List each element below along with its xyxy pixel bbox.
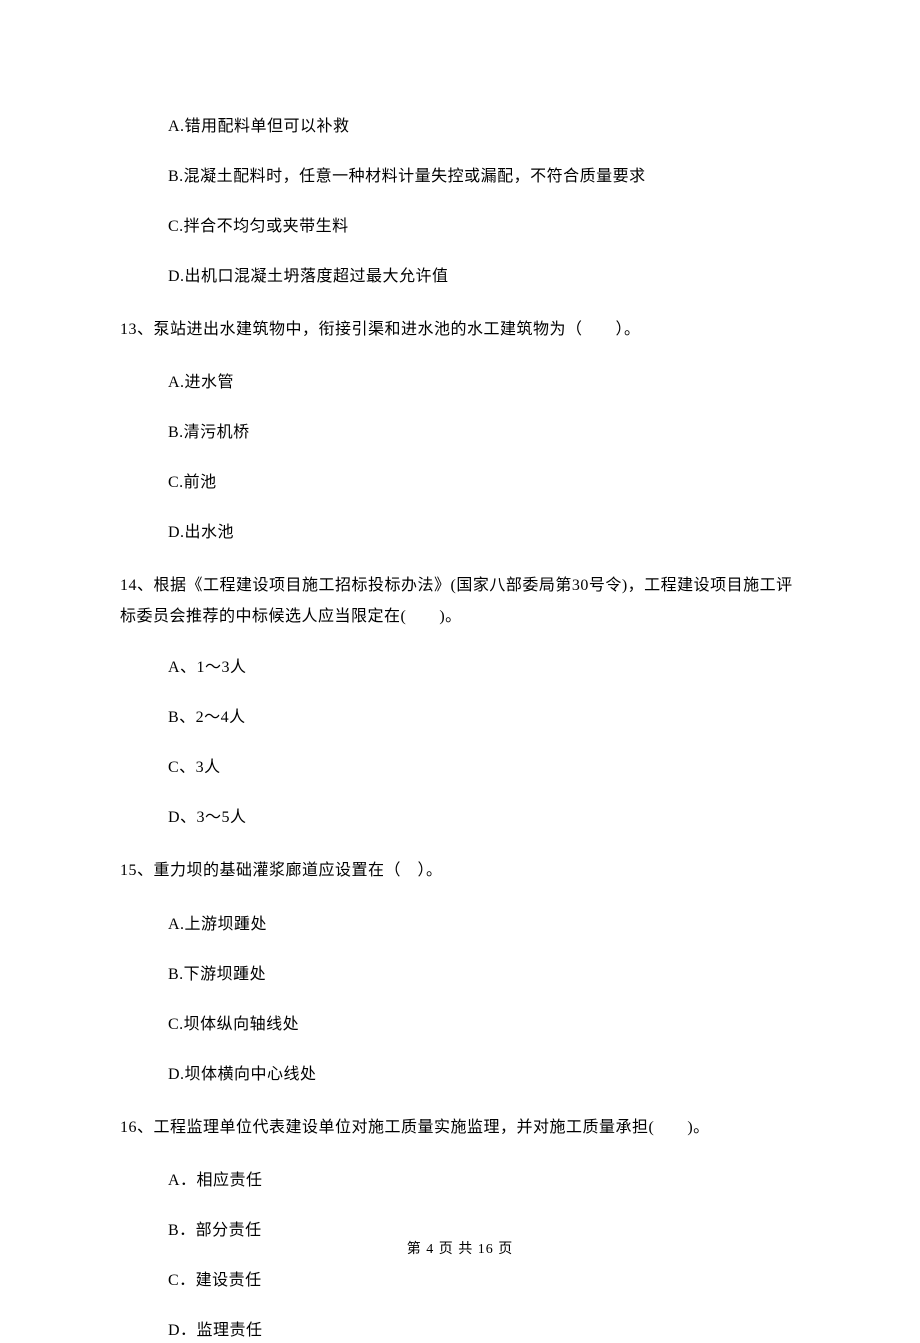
q14-option-c: C、3人 [168,756,800,780]
q14-option-b: B、2～4人 [168,706,800,730]
page-number-footer: 第 4 页 共 16 页 [0,1239,920,1260]
q16-text: 16、工程监理单位代表建设单位对施工质量实施监理，并对施工质量承担( )。 [120,1113,800,1143]
q13-option-c: C.前池 [168,471,800,495]
q12-option-b: B.混凝土配料时，任意一种材料计量失控或漏配，不符合质量要求 [168,165,800,189]
q16-option-d: D．监理责任 [168,1319,800,1343]
q13-option-b: B.清污机桥 [168,421,800,445]
q16-option-c: C．建设责任 [168,1269,800,1293]
q12-option-d: D.出机口混凝土坍落度超过最大允许值 [168,265,800,289]
q14-text: 14、根据《工程建设项目施工招标投标办法》(国家八部委局第30号令)，工程建设项… [120,571,800,632]
q15-option-d: D.坝体横向中心线处 [168,1063,800,1087]
q15-text: 15、重力坝的基础灌浆廊道应设置在（ ）。 [120,856,800,886]
q14-option-a: A、1～3人 [168,656,800,680]
q16-option-a: A．相应责任 [168,1169,800,1193]
q13-option-d: D.出水池 [168,521,800,545]
q12-option-a: A.错用配料单但可以补救 [168,115,800,139]
q12-option-c: C.拌合不均匀或夹带生料 [168,215,800,239]
q13-option-a: A.进水管 [168,371,800,395]
q13-text: 13、泵站进出水建筑物中，衔接引渠和进水池的水工建筑物为（ ）。 [120,315,800,345]
q15-option-c: C.坝体纵向轴线处 [168,1013,800,1037]
q15-option-a: A.上游坝踵处 [168,913,800,937]
q14-option-d: D、3～5人 [168,806,800,830]
q15-option-b: B.下游坝踵处 [168,963,800,987]
document-page-content: A.错用配料单但可以补救 B.混凝土配料时，任意一种材料计量失控或漏配，不符合质… [0,0,920,1343]
